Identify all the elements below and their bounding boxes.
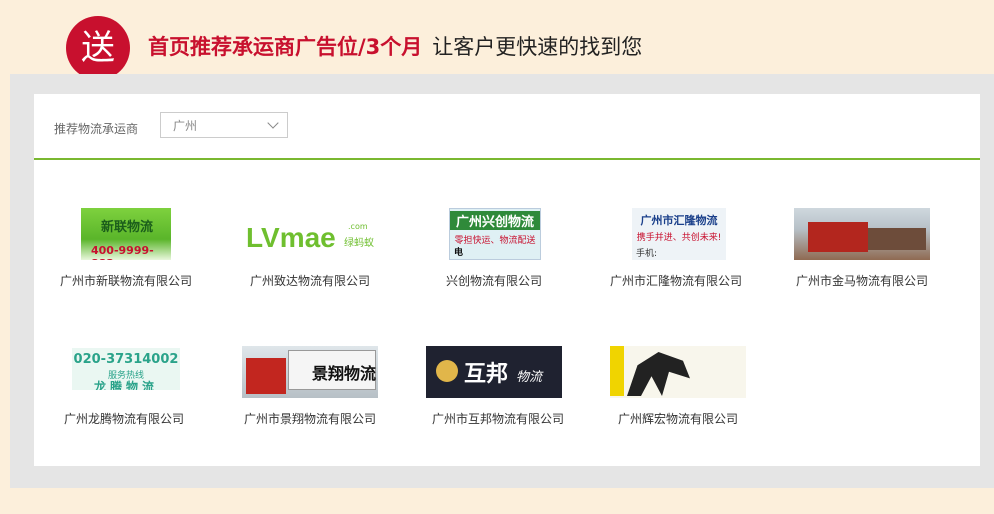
company-name[interactable]: 广州辉宏物流有限公司	[618, 410, 738, 427]
logo-text: 互邦	[464, 362, 509, 387]
company-logo-huihong[interactable]	[610, 346, 746, 398]
badge-char: 送	[81, 28, 115, 68]
promo-badge: 送	[66, 16, 130, 92]
truck-image	[808, 222, 868, 252]
logo-stripe	[610, 346, 624, 396]
brand-mark-icon	[436, 360, 458, 382]
section-divider	[34, 158, 980, 160]
logo-text: 景翔物流	[312, 364, 377, 383]
headline-red: 首页推荐承运商广告位/3个月	[148, 35, 423, 59]
company-name[interactable]: 兴创物流有限公司	[446, 272, 542, 289]
logo-phone: 400-9999-883	[91, 244, 154, 260]
logo-text: 广州市汇隆物流	[640, 214, 718, 227]
truck-cab	[246, 358, 286, 394]
company-logo-huilong[interactable]: 广州市汇隆物流 携手并进、共创未来! 手机:	[632, 208, 726, 260]
city-select-value: 广州	[173, 119, 198, 133]
trailer-image	[868, 228, 926, 250]
logo-phone: 电话:13798187519	[454, 248, 464, 258]
company-logo-hubang[interactable]: 互邦 物流	[426, 346, 562, 398]
filter-label: 推荐物流承运商	[54, 122, 139, 136]
logo-subtext: 携手并进、共创未来!	[636, 233, 722, 243]
city-select[interactable]: 广州	[160, 112, 288, 138]
company-name[interactable]: 广州致达物流有限公司	[250, 272, 370, 289]
company-name[interactable]: 广州市汇隆物流有限公司	[610, 272, 742, 289]
logo-text: 新联物流	[101, 220, 154, 235]
chevron-down-icon	[267, 117, 279, 129]
logo-subtext: 物流	[516, 370, 543, 385]
logo-phone: 手机:	[636, 249, 658, 259]
company-name[interactable]: 广州市新联物流有限公司	[60, 272, 192, 289]
carrier-panel: 推荐物流承运商 广州 新联物流 400-9999-883 广州市新联物流有限公司…	[34, 94, 980, 466]
headline-black: 让客户更快速的找到您	[432, 35, 643, 59]
company-logo-xingchuang[interactable]: 广州兴创物流 零担快运、物流配送 电话:13798187519	[449, 208, 541, 260]
logo-subtext: 绿蚂蚁	[344, 238, 374, 249]
company-logo-lvmae[interactable]: LVmae .com 绿蚂蚁	[246, 208, 386, 260]
company-logo-jingxiang[interactable]: 景翔物流	[242, 346, 378, 398]
company-logo-longteng[interactable]: 020-37314002 服务热线 龙腾物流	[72, 348, 180, 390]
company-name[interactable]: 广州市金马物流有限公司	[796, 272, 928, 289]
promo-headline: 首页推荐承运商广告位/3个月 让客户更快速的找到您	[148, 34, 642, 60]
company-name[interactable]: 广州市景翔物流有限公司	[244, 410, 376, 427]
company-name[interactable]: 广州龙腾物流有限公司	[64, 410, 184, 427]
logo-phone: 020-37314002	[73, 352, 179, 367]
logo-brand: 龙腾物流	[93, 380, 158, 390]
logo-domain: .com	[348, 222, 368, 231]
horse-icon	[627, 352, 690, 396]
logo-text: 广州兴创物流	[450, 211, 540, 230]
company-logo-xinlian[interactable]: 新联物流 400-9999-883	[81, 208, 171, 260]
company-logo-jinma[interactable]	[794, 208, 930, 260]
company-name[interactable]: 广州市互邦物流有限公司	[432, 410, 564, 427]
logo-text: LVmae	[246, 222, 336, 253]
